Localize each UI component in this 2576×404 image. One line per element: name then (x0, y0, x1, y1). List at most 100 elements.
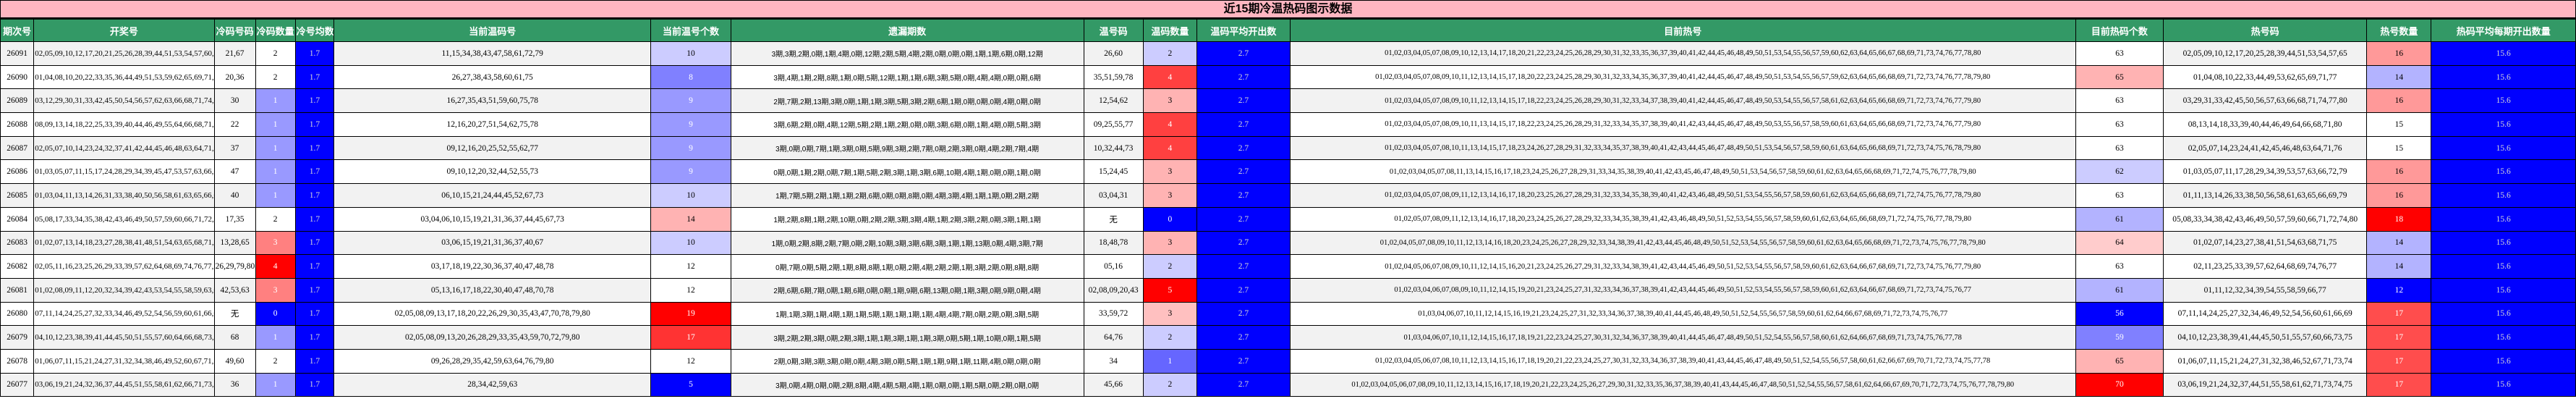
cell-hot_cur_cnt[interactable]: 70 (2075, 372, 2164, 397)
cell-warm_avg[interactable]: 2.7 (1196, 88, 1291, 114)
cell-cold_avg[interactable]: 1.7 (294, 254, 335, 279)
cell-hot_avg[interactable]: 15.6 (2431, 348, 2576, 374)
cell-warm_nums[interactable]: 09,25,55,77 (1083, 112, 1144, 137)
cell-miss[interactable]: 2期,6期,6期,7期,0期,1期,6期,0期,0期,1期,9期,6期,13期,… (730, 277, 1084, 303)
cell-cold_avg[interactable]: 1.7 (294, 64, 335, 90)
cell-hot_nums[interactable]: 05,08,33,34,38,42,43,46,49,50,57,59,60,6… (2162, 206, 2368, 232)
cell-draw[interactable]: 01,03,04,11,13,14,26,31,33,38,40,50,56,5… (33, 183, 215, 208)
cell-miss[interactable]: 1期,7期,5期,2期,1期,1期,2期,6期,0期,0期,8期,0期,4期,3… (730, 183, 1084, 208)
cell-cold_cnt[interactable]: 3 (255, 277, 296, 303)
cell-miss[interactable]: 3期,3期,2期,0期,1期,4期,0期,12期,2期,5期,4期,2期,0期,… (730, 41, 1084, 66)
cell-miss[interactable]: 0期,0期,1期,2期,0期,7期,1期,5期,2期,3期,1期,3期,6期,1… (730, 159, 1084, 185)
cell-hot_avg[interactable]: 15.6 (2431, 64, 2576, 90)
cell-hot_cur_cnt[interactable]: 61 (2075, 277, 2164, 303)
cell-hot_nums[interactable]: 02,11,23,25,33,39,57,62,64,68,69,74,76,7… (2162, 254, 2368, 279)
cell-hot_cur_cnt[interactable]: 62 (2075, 159, 2164, 185)
cell-warm_cnt[interactable]: 2 (1142, 325, 1198, 350)
cell-warm_cur[interactable]: 09,10,12,20,32,44,52,55,73 (333, 159, 652, 185)
cell-miss[interactable]: 1期,1期,3期,1期,4期,1期,1期,5期,1期,1期,1期,1期,4期,4… (730, 301, 1084, 327)
column-header-warm_cnt[interactable]: 温码数量 (1142, 19, 1198, 42)
cell-hot_avg[interactable]: 15.6 (2431, 183, 2576, 208)
cell-hot_cur_cnt[interactable]: 61 (2075, 206, 2164, 232)
cell-warm_avg[interactable]: 2.7 (1196, 135, 1291, 161)
cell-hot_cur[interactable]: 01,02,03,04,05,06,07,08,10,11,12,13,14,1… (1289, 348, 2076, 374)
cell-warm_cnt[interactable]: 3 (1142, 159, 1198, 185)
cell-warm_nums[interactable]: 45,66 (1083, 372, 1144, 397)
cell-warm_nums[interactable]: 34 (1083, 348, 1144, 374)
cell-warm_avg[interactable]: 2.7 (1196, 64, 1291, 90)
cell-warm_nums[interactable]: 12,54,62 (1083, 88, 1144, 114)
cell-hot_avg[interactable]: 15.6 (2431, 206, 2576, 232)
cell-warm_cur[interactable]: 03,06,15,19,21,31,36,37,40,67 (333, 230, 652, 256)
cell-hot_cnt[interactable]: 14 (2366, 64, 2432, 90)
cell-warm_cnt[interactable]: 4 (1142, 135, 1198, 161)
cell-miss[interactable]: 3期,0期,4期,0期,0期,2期,8期,4期,4期,5期,4期,1期,0期,0… (730, 372, 1084, 397)
cell-draw[interactable]: 08,09,13,14,18,22,25,33,39,40,44,46,49,5… (33, 112, 215, 137)
cell-warm_nums[interactable]: 03,04,31 (1083, 183, 1144, 208)
cell-warm_nums[interactable]: 35,51,59,78 (1083, 64, 1144, 90)
cell-miss[interactable]: 2期,0期,3期,3期,3期,0期,0期,4期,3期,0期,5期,1期,1期,9… (730, 348, 1084, 374)
cell-cold_nums[interactable]: 22 (213, 112, 256, 137)
cell-hot_nums[interactable]: 01,03,05,07,11,17,28,29,34,39,53,57,63,6… (2162, 159, 2368, 185)
column-header-draw[interactable]: 开奖号 (33, 19, 215, 42)
cell-hot_cur_cnt[interactable]: 63 (2075, 135, 2164, 161)
cell-hot_avg[interactable]: 15.6 (2431, 41, 2576, 66)
cell-cold_avg[interactable]: 1.7 (294, 112, 335, 137)
cell-warm_cnt[interactable]: 2 (1142, 372, 1198, 397)
cell-period[interactable]: 26090 (0, 64, 35, 90)
cell-hot_nums[interactable]: 01,11,12,32,34,39,54,55,58,59,66,77 (2162, 277, 2368, 303)
cell-hot_nums[interactable]: 01,11,13,14,26,33,38,50,56,58,61,63,65,6… (2162, 183, 2368, 208)
cell-period[interactable]: 26079 (0, 325, 35, 350)
cell-cold_cnt[interactable]: 1 (255, 88, 296, 114)
cell-cold_avg[interactable]: 1.7 (294, 372, 335, 397)
cell-cold_avg[interactable]: 1.7 (294, 348, 335, 374)
cell-draw[interactable]: 01,04,08,10,20,22,33,35,36,44,49,51,53,5… (33, 64, 215, 90)
cell-warm_cur_cnt[interactable]: 5 (650, 372, 731, 397)
cell-cold_avg[interactable]: 1.7 (294, 277, 335, 303)
cell-hot_avg[interactable]: 15.6 (2431, 230, 2576, 256)
column-header-warm_nums[interactable]: 温号码 (1083, 19, 1144, 42)
cell-hot_cur[interactable]: 01,02,03,04,06,07,08,09,10,11,12,14,15,1… (1289, 277, 2076, 303)
cell-hot_cur[interactable]: 01,02,03,04,05,06,07,08,09,10,11,12,13,1… (1289, 372, 2076, 397)
cell-cold_nums[interactable]: 21,67 (213, 41, 256, 66)
cell-warm_cur[interactable]: 09,26,28,29,35,42,59,63,64,76,79,80 (333, 348, 652, 374)
cell-hot_cur_cnt[interactable]: 65 (2075, 64, 2164, 90)
cell-hot_cnt[interactable]: 17 (2366, 325, 2432, 350)
cell-cold_avg[interactable]: 1.7 (294, 41, 335, 66)
cell-cold_cnt[interactable]: 1 (255, 372, 296, 397)
cell-warm_cur[interactable]: 02,05,08,09,13,20,26,28,29,33,35,43,59,7… (333, 325, 652, 350)
cell-hot_cur[interactable]: 01,02,03,04,05,07,08,09,10,11,12,13,14,1… (1289, 64, 2076, 90)
cell-cold_cnt[interactable]: 2 (255, 64, 296, 90)
cell-hot_nums[interactable]: 01,04,08,10,22,33,44,49,53,62,65,69,71,7… (2162, 64, 2368, 90)
cell-hot_cnt[interactable]: 14 (2366, 230, 2432, 256)
cell-warm_cur[interactable]: 09,12,16,20,25,52,55,62,77 (333, 135, 652, 161)
cell-cold_nums[interactable]: 37 (213, 135, 256, 161)
cell-warm_cnt[interactable]: 4 (1142, 112, 1198, 137)
cell-hot_cur_cnt[interactable]: 64 (2075, 230, 2164, 256)
cell-cold_cnt[interactable]: 2 (255, 206, 296, 232)
cell-miss[interactable]: 1期,0期,2期,8期,2期,7期,0期,2期,10期,3期,3期,6期,3期,… (730, 230, 1084, 256)
column-header-hot_nums[interactable]: 热号码 (2162, 19, 2368, 42)
cell-warm_cur_cnt[interactable]: 12 (650, 277, 731, 303)
cell-cold_avg[interactable]: 1.7 (294, 301, 335, 327)
cell-hot_nums[interactable]: 07,11,14,24,25,27,32,34,46,49,52,54,56,6… (2162, 301, 2368, 327)
cell-hot_nums[interactable]: 03,06,19,21,24,32,37,44,51,55,58,61,62,7… (2162, 372, 2368, 397)
cell-hot_cur[interactable]: 01,02,03,04,05,07,08,09,10,11,12,13,14,1… (1289, 88, 2076, 114)
cell-warm_nums[interactable]: 15,24,45 (1083, 159, 1144, 185)
column-header-period[interactable]: 期次号 (0, 19, 35, 42)
cell-hot_nums[interactable]: 01,06,07,11,15,21,24,27,31,32,38,46,52,6… (2162, 348, 2368, 374)
cell-cold_nums[interactable]: 20,36 (213, 64, 256, 90)
column-header-hot_avg[interactable]: 热码平均每期开出数量 (2431, 19, 2576, 42)
cell-warm_avg[interactable]: 2.7 (1196, 348, 1291, 374)
cell-warm_cur[interactable]: 11,15,34,38,43,47,58,61,72,79 (333, 41, 652, 66)
cell-hot_avg[interactable]: 15.6 (2431, 325, 2576, 350)
cell-warm_cnt[interactable]: 0 (1142, 206, 1198, 232)
cell-hot_cur[interactable]: 01,02,03,04,05,07,08,10,11,13,14,15,17,1… (1289, 135, 2076, 161)
cell-warm_cur_cnt[interactable]: 9 (650, 112, 731, 137)
cell-cold_nums[interactable]: 17,35 (213, 206, 256, 232)
cell-warm_cnt[interactable]: 3 (1142, 88, 1198, 114)
cell-hot_cur[interactable]: 01,02,03,04,05,07,08,09,10,11,13,14,15,1… (1289, 112, 2076, 137)
cell-period[interactable]: 26086 (0, 159, 35, 185)
cell-hot_cnt[interactable]: 17 (2366, 348, 2432, 374)
cell-miss[interactable]: 3期,6期,2期,0期,4期,12期,5期,2期,1期,2期,0期,0期,3期,… (730, 112, 1084, 137)
